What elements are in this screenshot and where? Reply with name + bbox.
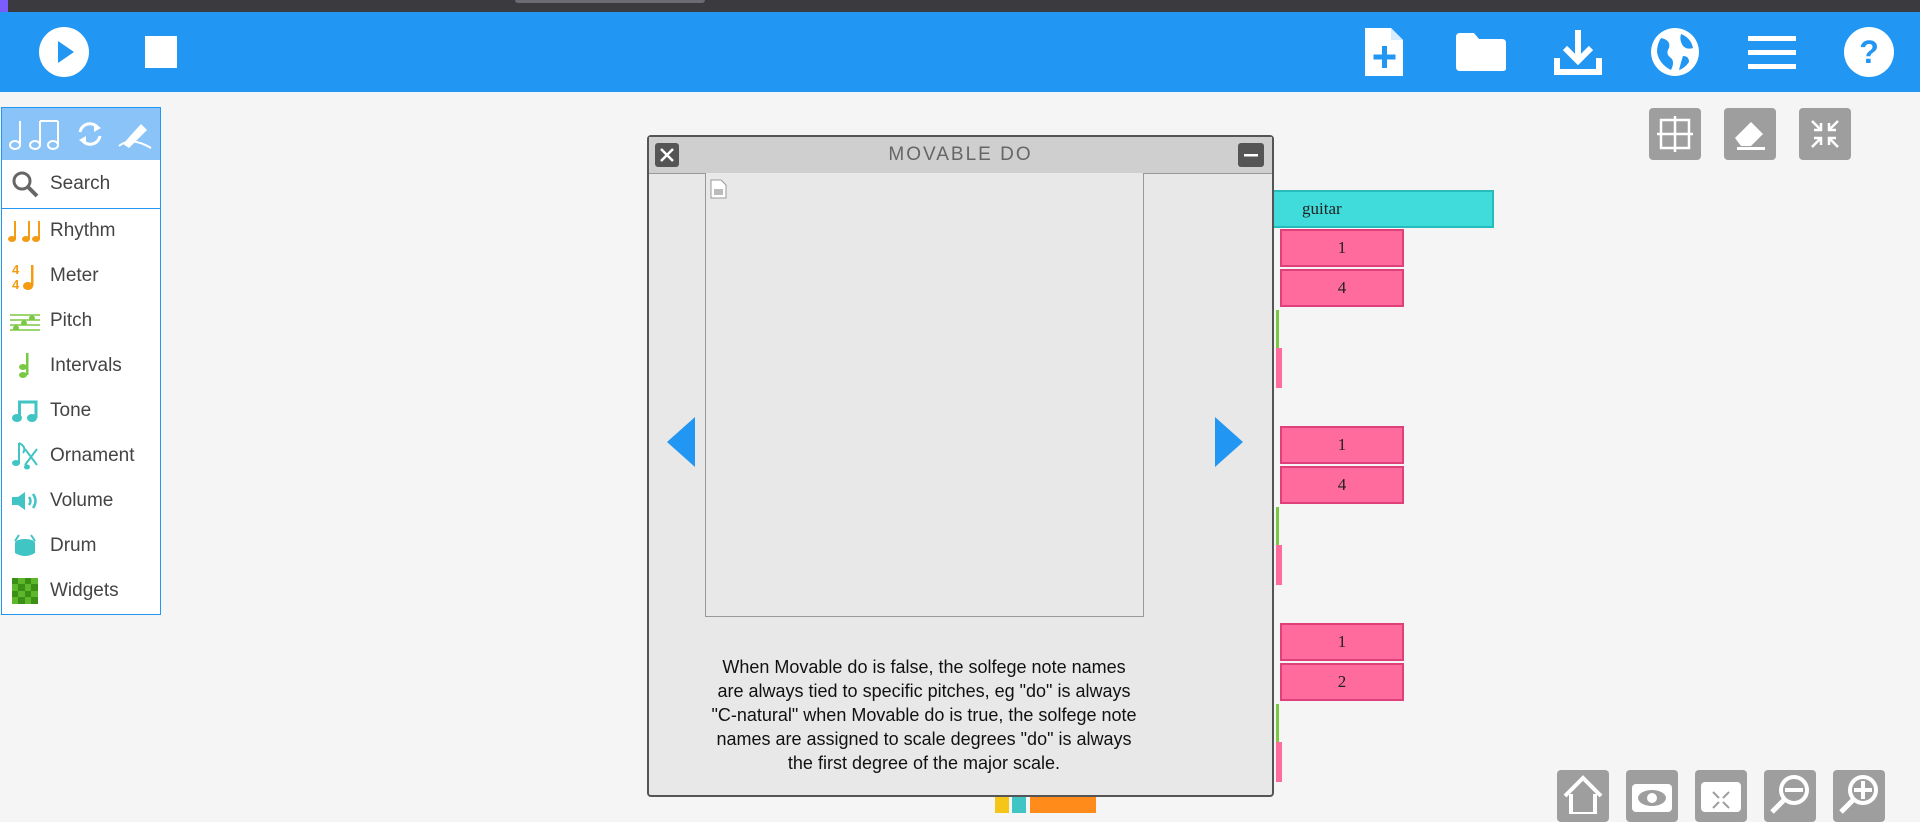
block-connector: [1276, 704, 1279, 744]
home-icon: [1563, 775, 1603, 814]
palette-item-intervals[interactable]: Intervals: [2, 344, 160, 389]
zoom-out-icon: [1770, 775, 1809, 814]
play-icon: [39, 27, 89, 77]
zoom-in-icon: [1839, 775, 1878, 814]
new-project-button[interactable]: [1354, 22, 1414, 82]
block-edge[interactable]: [1276, 742, 1282, 782]
block-edge[interactable]: [1276, 348, 1282, 388]
pen-tab-icon[interactable]: [117, 118, 153, 150]
number-block[interactable]: 2: [1280, 663, 1404, 701]
pitch-icon: [8, 309, 42, 333]
palette-item-tone[interactable]: Tone: [2, 389, 160, 434]
grid-icon: [1657, 116, 1693, 152]
help-button[interactable]: ?: [1839, 22, 1899, 82]
dialog-header[interactable]: MOVABLE DO: [649, 137, 1272, 174]
language-globe-icon: [1651, 28, 1699, 76]
triangle-right-icon: [1215, 417, 1243, 467]
block-fragment[interactable]: [1030, 797, 1096, 813]
show-hide-button[interactable]: [1626, 770, 1678, 822]
block-palette: Search Rhythm 44 Meter Pitch Intervals T…: [1, 107, 161, 615]
svg-text:4: 4: [12, 262, 20, 277]
number-block[interactable]: 4: [1280, 466, 1404, 504]
svg-text:?: ?: [1859, 34, 1879, 70]
dialog-minimize-button[interactable]: [1238, 143, 1264, 167]
number-block[interactable]: 1: [1280, 229, 1404, 267]
block-fragment[interactable]: [1012, 797, 1026, 813]
play-button[interactable]: [34, 22, 94, 82]
block-connector: [1276, 310, 1279, 350]
expand-icon: [1701, 782, 1741, 812]
language-button[interactable]: [1645, 22, 1705, 82]
rhythm-icon: [8, 219, 42, 243]
home-button[interactable]: [1557, 770, 1609, 822]
collapse-button[interactable]: [1799, 108, 1851, 160]
tone-icon: [8, 398, 42, 424]
eye-icon: [1632, 784, 1672, 812]
stop-button[interactable]: [131, 22, 191, 82]
os-top-bar: [0, 0, 1920, 12]
collapse-arrows-icon: [1811, 120, 1839, 148]
stop-icon: [145, 36, 177, 68]
menu-button[interactable]: [1742, 22, 1802, 82]
main-toolbar: ?: [0, 12, 1920, 92]
palette-tabs: [2, 108, 160, 160]
palette-item-volume[interactable]: Volume: [2, 479, 160, 524]
palette-item-drum[interactable]: Drum: [2, 524, 160, 569]
help-image-frame: [705, 173, 1144, 617]
close-icon: [660, 148, 674, 162]
triangle-left-icon: [667, 417, 695, 467]
help-icon: ?: [1844, 27, 1894, 77]
dialog-close-button[interactable]: [655, 143, 679, 167]
menu-icon: [1748, 36, 1796, 69]
block-edge[interactable]: [1276, 545, 1282, 585]
palette-item-rhythm[interactable]: Rhythm: [2, 209, 160, 254]
widgets-icon: [8, 578, 42, 604]
clear-button[interactable]: [1724, 108, 1776, 160]
search-icon: [8, 170, 42, 198]
grid-toggle-button[interactable]: [1649, 108, 1701, 160]
ornament-icon: [8, 441, 42, 471]
search-label: Search: [50, 173, 111, 194]
block-connector: [1276, 507, 1279, 547]
drum-icon: [8, 533, 42, 559]
os-accent: [0, 0, 8, 12]
minimize-icon: [1244, 154, 1258, 157]
palette-item-meter[interactable]: 44 Meter: [2, 254, 160, 299]
svg-text:4: 4: [12, 277, 20, 291]
number-block[interactable]: 1: [1280, 426, 1404, 464]
next-page-button[interactable]: [1209, 412, 1249, 472]
palette-search[interactable]: Search: [2, 160, 160, 209]
meter-icon: 44: [8, 261, 42, 291]
save-button[interactable]: [1548, 22, 1608, 82]
previous-page-button[interactable]: [661, 412, 701, 472]
help-description: When Movable do is false, the solfege no…: [711, 657, 1137, 773]
zoom-in-button[interactable]: [1833, 770, 1885, 822]
zoom-out-button[interactable]: [1764, 770, 1816, 822]
dialog-title: MOVABLE DO: [888, 144, 1033, 165]
intervals-icon: [8, 351, 42, 381]
help-dialog: MOVABLE DO When Movable do is false, the…: [647, 135, 1274, 797]
expand-blocks-button[interactable]: [1695, 770, 1747, 822]
block-fragment[interactable]: [995, 797, 1009, 813]
open-project-button[interactable]: [1451, 22, 1511, 82]
os-tab-indicator: [515, 0, 705, 3]
new-project-icon: [1365, 28, 1403, 76]
save-download-icon: [1554, 30, 1602, 75]
palette-item-pitch[interactable]: Pitch: [2, 299, 160, 344]
broken-image-icon: [710, 179, 727, 199]
number-block[interactable]: 1: [1280, 623, 1404, 661]
instrument-block[interactable]: guitar: [1272, 190, 1494, 228]
music-notes-tab-icon[interactable]: [8, 117, 63, 151]
palette-item-ornament[interactable]: Ornament: [2, 434, 160, 479]
number-block[interactable]: 4: [1280, 269, 1404, 307]
volume-icon: [8, 490, 42, 512]
palette-item-widgets[interactable]: Widgets: [2, 569, 160, 614]
open-folder-icon: [1456, 33, 1506, 71]
eraser-icon: [1735, 122, 1765, 150]
refresh-tab-icon[interactable]: [76, 120, 104, 148]
